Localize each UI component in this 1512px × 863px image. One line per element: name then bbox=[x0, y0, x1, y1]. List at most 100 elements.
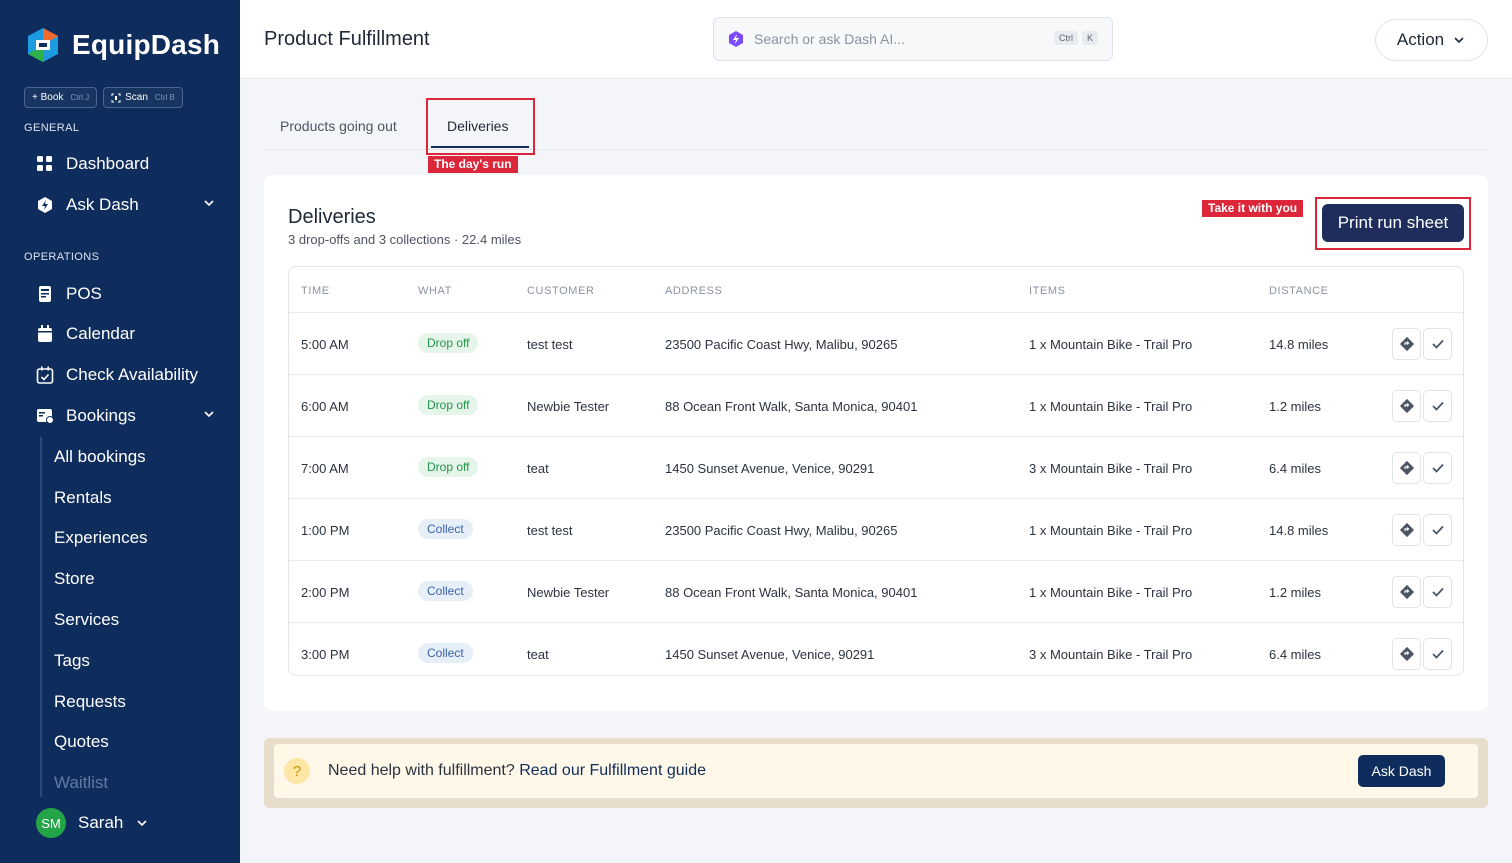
logo[interactable]: EquipDash bbox=[24, 26, 220, 64]
question-icon: ? bbox=[284, 758, 310, 784]
cell-items: 1 x Mountain Bike - Trail Pro bbox=[1029, 399, 1193, 414]
directions-button[interactable] bbox=[1392, 328, 1421, 360]
user-menu[interactable]: SM Sarah bbox=[36, 808, 149, 838]
cell-customer: Newbie Tester bbox=[527, 399, 610, 414]
table-row: 1:00 PM Collect test test 23500 Pacific … bbox=[289, 498, 1463, 560]
cell-distance: 6.4 miles bbox=[1269, 647, 1322, 662]
search-input[interactable]: Search or ask Dash AI... Ctrl K bbox=[713, 17, 1113, 61]
ask-dash-button[interactable]: Ask Dash bbox=[1358, 755, 1445, 787]
print-highlight-box bbox=[1315, 197, 1471, 250]
scan-label: Scan bbox=[125, 92, 148, 103]
nav-item-dashboard[interactable]: Dashboard bbox=[36, 154, 216, 174]
column-header-time: TIME bbox=[301, 285, 330, 297]
cell-distance: 1.2 miles bbox=[1269, 585, 1322, 600]
directions-button[interactable] bbox=[1392, 390, 1421, 422]
column-header-items: ITEMS bbox=[1029, 285, 1066, 297]
grid-icon bbox=[36, 155, 54, 173]
complete-button[interactable] bbox=[1423, 638, 1452, 670]
book-button[interactable]: + Book Ctrl J bbox=[24, 87, 98, 108]
chevron-down-icon bbox=[1454, 37, 1464, 44]
book-label: + Book bbox=[32, 92, 64, 103]
book-shortcut: Ctrl J bbox=[70, 93, 90, 102]
sub-item-store[interactable]: Store bbox=[54, 569, 95, 589]
scan-button[interactable]: Scan Ctrl B bbox=[103, 87, 183, 108]
cell-time: 1:00 PM bbox=[301, 523, 350, 538]
cell-address: 1450 Sunset Avenue, Venice, 90291 bbox=[665, 647, 875, 662]
cell-distance: 14.8 miles bbox=[1269, 337, 1329, 352]
cell-time: 5:00 AM bbox=[301, 337, 349, 352]
cell-time: 7:00 AM bbox=[301, 461, 349, 476]
dash-ai-icon bbox=[729, 31, 743, 47]
directions-button[interactable] bbox=[1392, 514, 1421, 546]
nav-label-ask-dash: Ask Dash bbox=[66, 195, 139, 214]
kbd-ctrl: Ctrl bbox=[1053, 31, 1078, 45]
directions-button[interactable] bbox=[1392, 576, 1421, 608]
chevron-down-icon bbox=[137, 820, 147, 827]
cell-distance: 6.4 miles bbox=[1269, 461, 1322, 476]
submenu-line bbox=[40, 437, 42, 797]
fulfillment-guide-link[interactable]: Read our Fulfillment guide bbox=[519, 762, 706, 779]
sub-item-waitlist[interactable]: Waitlist bbox=[54, 773, 108, 793]
topbar: Product Fulfillment Search or ask Dash A… bbox=[240, 0, 1512, 79]
nav-item-calendar[interactable]: Calendar bbox=[36, 324, 216, 344]
action-button[interactable]: Action bbox=[1375, 19, 1488, 61]
nav-label-dashboard: Dashboard bbox=[66, 154, 150, 173]
cell-address: 88 Ocean Front Walk, Santa Monica, 90401 bbox=[665, 399, 918, 414]
calendar-check-icon bbox=[36, 366, 54, 384]
nav-item-ask-dash[interactable]: Ask Dash bbox=[36, 195, 216, 215]
cell-items: 1 x Mountain Bike - Trail Pro bbox=[1029, 585, 1193, 600]
complete-button[interactable] bbox=[1423, 576, 1452, 608]
sub-item-rentals[interactable]: Rentals bbox=[54, 488, 112, 508]
cell-time: 6:00 AM bbox=[301, 399, 349, 414]
column-header-customer: CUSTOMER bbox=[527, 285, 595, 297]
check-icon bbox=[1431, 401, 1444, 411]
column-header-distance: DISTANCE bbox=[1269, 285, 1329, 297]
directions-button[interactable] bbox=[1392, 638, 1421, 670]
status-badge: Collect bbox=[418, 519, 473, 539]
nav-item-check-availability[interactable]: Check Availability bbox=[36, 365, 216, 385]
tab-products-going-out[interactable]: Products going out bbox=[280, 118, 397, 134]
cell-customer: teat bbox=[527, 647, 549, 662]
sub-item-requests[interactable]: Requests bbox=[54, 692, 126, 712]
cell-address: 88 Ocean Front Walk, Santa Monica, 90401 bbox=[665, 585, 918, 600]
table-row: 5:00 AM Drop off test test 23500 Pacific… bbox=[289, 312, 1463, 374]
logo-icon bbox=[28, 28, 58, 62]
cell-address: 23500 Pacific Coast Hwy, Malibu, 90265 bbox=[665, 523, 898, 538]
nav-item-pos[interactable]: POS bbox=[36, 284, 216, 304]
check-icon bbox=[1431, 525, 1444, 535]
sub-item-services[interactable]: Services bbox=[54, 610, 119, 630]
complete-button[interactable] bbox=[1423, 452, 1452, 484]
complete-button[interactable] bbox=[1423, 514, 1452, 546]
chevron-down-icon[interactable] bbox=[202, 407, 216, 421]
directions-icon bbox=[1399, 646, 1414, 662]
chevron-down-icon[interactable] bbox=[202, 196, 216, 210]
complete-button[interactable] bbox=[1423, 328, 1452, 360]
brand-name: EquipDash bbox=[72, 29, 221, 60]
check-icon bbox=[1431, 649, 1444, 659]
print-annotation-tag: Take it with you bbox=[1202, 200, 1304, 217]
check-icon bbox=[1431, 339, 1444, 349]
deliveries-subtitle: 3 drop-offs and 3 collections · 22.4 mil… bbox=[288, 232, 522, 247]
action-label: Action bbox=[1396, 30, 1445, 49]
general-section-label: GENERAL bbox=[24, 122, 80, 134]
calendar-icon bbox=[36, 325, 54, 343]
deliveries-table: TIME WHAT CUSTOMER ADDRESS ITEMS DISTANC… bbox=[288, 266, 1464, 676]
sub-item-tags[interactable]: Tags bbox=[54, 651, 90, 671]
help-banner: ? Need help with fulfillment? Read our F… bbox=[264, 738, 1488, 808]
sub-item-experiences[interactable]: Experiences bbox=[54, 528, 148, 548]
sub-item-all-bookings[interactable]: All bookings bbox=[54, 447, 146, 467]
directions-button[interactable] bbox=[1392, 452, 1421, 484]
cell-items: 1 x Mountain Bike - Trail Pro bbox=[1029, 523, 1193, 538]
cell-customer: test test bbox=[527, 337, 573, 352]
cell-items: 3 x Mountain Bike - Trail Pro bbox=[1029, 647, 1193, 662]
bookings-icon bbox=[36, 407, 54, 425]
nav-item-bookings[interactable]: Bookings bbox=[36, 406, 216, 426]
shield-icon bbox=[36, 196, 54, 214]
avatar: SM bbox=[36, 808, 66, 838]
sub-item-quotes[interactable]: Quotes bbox=[54, 732, 109, 752]
directions-icon bbox=[1399, 522, 1414, 538]
complete-button[interactable] bbox=[1423, 390, 1452, 422]
scan-icon bbox=[111, 93, 121, 102]
directions-icon bbox=[1399, 336, 1414, 352]
cell-address: 1450 Sunset Avenue, Venice, 90291 bbox=[665, 461, 875, 476]
